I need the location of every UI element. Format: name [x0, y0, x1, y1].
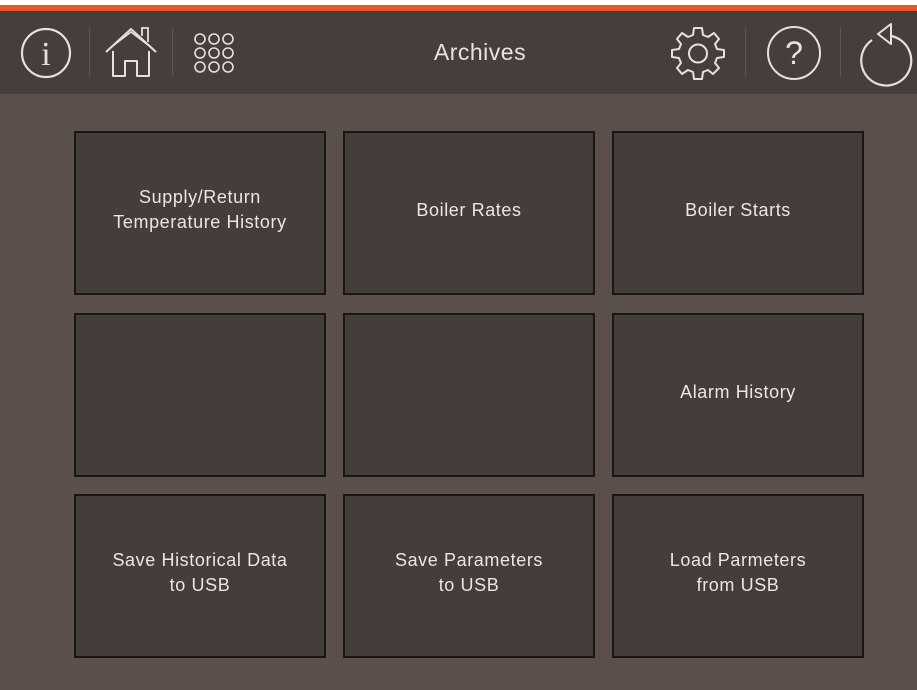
info-icon: i: [20, 27, 72, 78]
home-button[interactable]: [96, 11, 166, 94]
settings-button[interactable]: [660, 11, 736, 94]
gear-icon: [671, 26, 725, 80]
header-bar: i Archives ?: [0, 11, 917, 94]
header-divider: [89, 27, 90, 77]
back-button[interactable]: [846, 11, 917, 94]
help-button[interactable]: ?: [756, 11, 832, 94]
help-icon: ?: [767, 25, 821, 80]
tile-label: Boiler Starts: [685, 199, 791, 220]
back-icon: [859, 22, 912, 87]
tile-label: Boiler Rates: [416, 199, 522, 220]
save-parameters-button[interactable]: Save Parameters to USB: [343, 494, 595, 658]
tile-label: Alarm History: [680, 381, 796, 402]
svg-text:i: i: [41, 36, 50, 73]
page-title: Archives: [433, 39, 527, 65]
load-parameters-button[interactable]: Load Parmeters from USB: [612, 494, 864, 658]
info-button[interactable]: i: [14, 11, 78, 94]
grid-menu-icon: [194, 32, 234, 73]
header-divider: [172, 27, 173, 77]
home-icon: [105, 26, 157, 77]
empty-tile[interactable]: [343, 313, 595, 477]
tile-label: Supply/Return Temperature History: [113, 187, 287, 232]
boiler-starts-button[interactable]: Boiler Starts: [612, 131, 864, 295]
header-divider: [745, 27, 746, 77]
tile-label: Save Parameters to USB: [394, 550, 544, 595]
menu-button[interactable]: [180, 11, 248, 94]
boiler-rates-button[interactable]: Boiler Rates: [343, 131, 595, 295]
save-historical-data-button[interactable]: Save Historical Data to USB: [74, 494, 326, 658]
header-divider: [840, 27, 841, 77]
tile-label: Save Historical Data to USB: [112, 550, 288, 595]
svg-text:?: ?: [785, 35, 803, 71]
tile-label: Load Parmeters from USB: [669, 550, 807, 595]
empty-tile[interactable]: [74, 313, 326, 477]
supply-return-temperature-history-button[interactable]: Supply/Return Temperature History: [74, 131, 326, 295]
alarm-history-button[interactable]: Alarm History: [612, 313, 864, 477]
